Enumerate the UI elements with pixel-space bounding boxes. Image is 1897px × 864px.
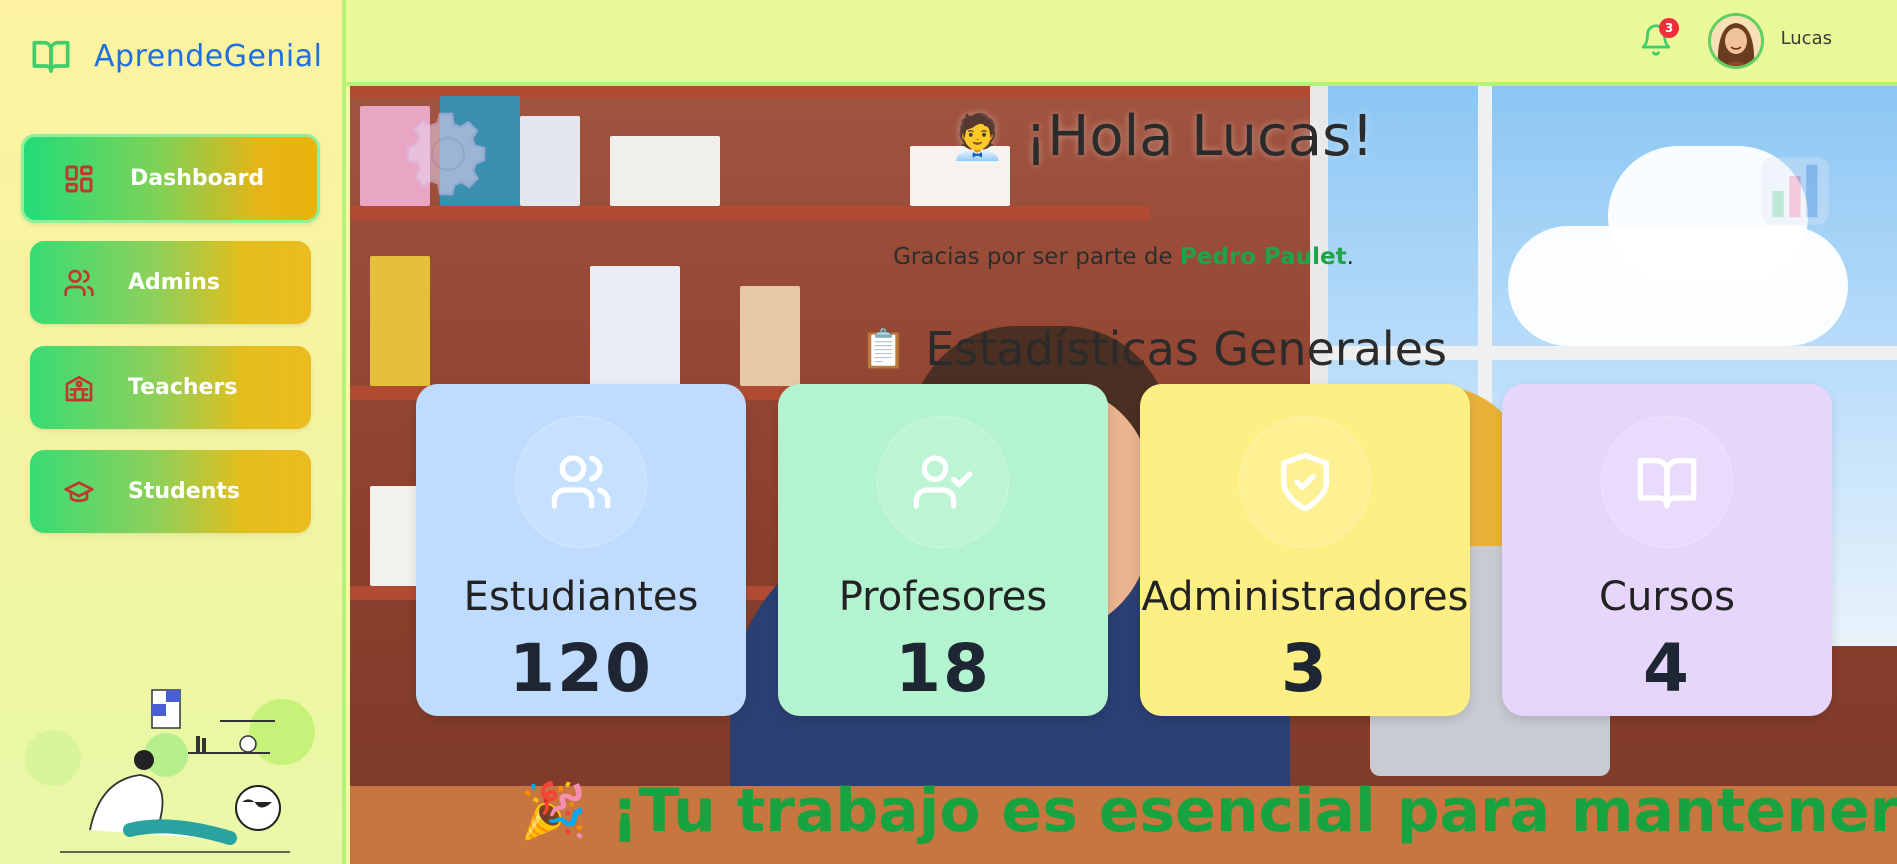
stat-value: 3 [1281,630,1329,707]
open-book-icon [30,36,72,76]
sidebar-item-students[interactable]: Students [30,450,311,533]
topbar: 3 Lucas [346,0,1897,86]
sidebar-item-label: Admins [128,270,220,295]
stat-value: 4 [1643,630,1691,707]
sidebar-item-label: Teachers [128,375,238,400]
stat-card-admins[interactable]: Administradores 3 [1140,384,1470,716]
avatar[interactable] [1708,13,1764,69]
stat-card-courses[interactable]: Cursos 4 [1502,384,1832,716]
open-book-icon [1637,458,1697,509]
greeting-text: ¡Hola Lucas! [1024,104,1374,169]
thanks-suffix: . [1346,244,1354,270]
graduation-cap-icon [62,475,96,509]
bar-chart-icon [1761,157,1829,225]
motto-text: ¡Tu trabajo es esencial para mantener [611,776,1897,846]
reading-person-illustration [25,689,315,853]
school-name: Pedro Paulet [1179,244,1347,270]
brand[interactable]: AprendeGenial [30,36,322,76]
party-popper-emoji: 🎉 [520,779,588,842]
section-title-text: Estadísticas Generales [925,322,1447,376]
notification-badge: 3 [1659,18,1679,38]
brand-name: AprendeGenial [94,38,323,74]
sidebar-item-dashboard[interactable]: Dashboard [21,134,320,223]
sidebar: AprendeGenial Dashboard Admins Teachers [0,0,346,864]
stat-card-students[interactable]: Estudiantes 120 [416,384,746,716]
stat-value: 18 [895,630,991,707]
stat-card-teachers[interactable]: Profesores 18 [778,384,1108,716]
office-worker-emoji: 🧑‍💼 [950,111,1005,163]
sidebar-item-teachers[interactable]: Teachers [30,346,311,429]
school-building-icon [62,371,96,405]
notifications-button[interactable]: 3 [1639,18,1679,58]
stat-label: Cursos [1599,574,1735,620]
user-check-icon [913,455,973,509]
username[interactable]: Lucas [1781,28,1832,49]
sidebar-item-label: Students [128,479,240,504]
greeting: 🧑‍💼 ¡Hola Lucas! [950,104,1374,169]
thanks-prefix: Gracias por ser parte de [893,244,1180,270]
sidebar-item-admins[interactable]: Admins [30,241,311,324]
users-icon [62,266,96,300]
stat-label: Estudiantes [463,574,699,620]
dashboard-grid-icon [62,162,96,196]
section-title: 📋 Estadísticas Generales [860,322,1447,376]
sidebar-item-label: Dashboard [130,166,265,191]
dashboard-main: 🧑‍💼 ¡Hola Lucas! Gracias por ser parte d… [350,86,1897,864]
stat-value: 120 [509,630,653,707]
thanks-message: Gracias por ser parte de Pedro Paulet. [350,244,1897,270]
shield-check-icon [1281,452,1329,512]
motto-banner: 🎉 ¡Tu trabajo es esencial para mantener [520,776,1897,846]
clipboard-emoji: 📋 [860,326,908,371]
stat-label: Profesores [838,574,1048,620]
stat-label: Administradores [1141,574,1469,620]
gear-icon [406,112,486,196]
users-icon [551,455,611,509]
